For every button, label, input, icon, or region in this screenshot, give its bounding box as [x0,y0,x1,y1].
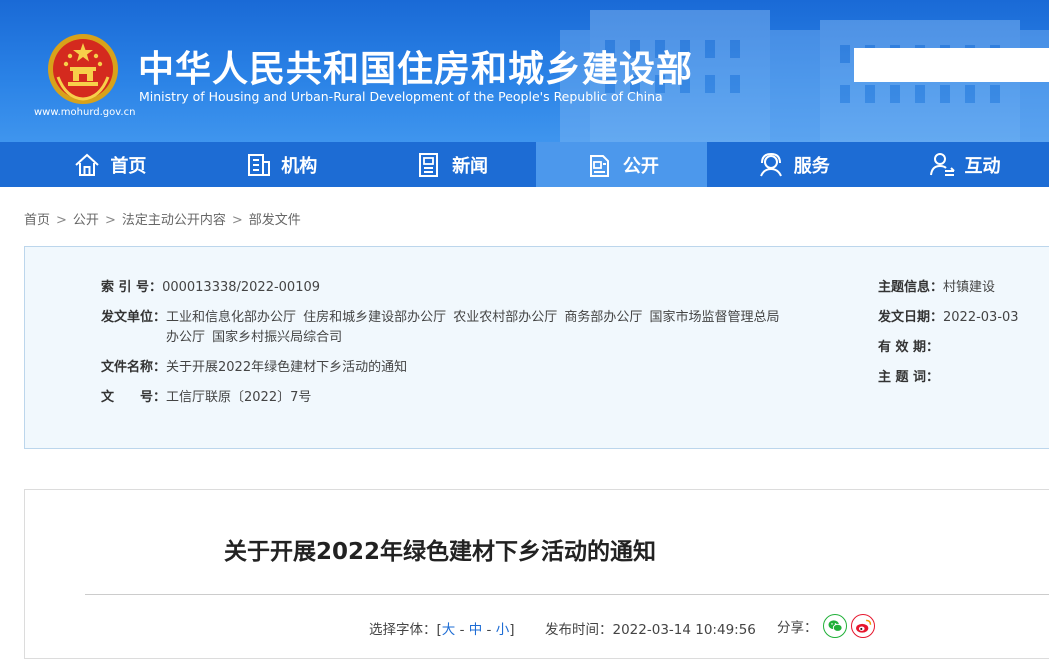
header-banner: www.mohurd.gov.cn 中华人民共和国住房和城乡建设部 Minist… [0,0,1049,142]
service-icon [756,150,786,180]
nav-item-label: 机构 [281,155,318,177]
topic-row: 主题信息：村镇建设 [878,278,995,298]
breadcrumb-home[interactable]: 首页 [24,213,50,228]
font-size-selector: 选择字体：[大 - 中 - 小] [369,618,515,638]
font-size-small-link[interactable]: 小 [496,622,510,638]
keywords-label: 主 题 词： [878,370,940,385]
keywords-row: 主 题 词： [878,368,939,388]
issue-date-label: 发文日期： [878,310,944,325]
title-divider [85,594,1049,595]
topic-value: 村镇建设 [943,280,996,295]
article-title-text: 关于开展2022年绿色建材下乡活动的通知 [223,539,656,565]
breadcrumb: 首页 > 公开 > 法定主动公开内容 > 部发文件 [24,209,301,228]
site-title-cn: 中华人民共和国住房和城乡建设部 [138,49,694,90]
article-title: 关于开展2022年绿色建材下乡活动的通知 [25,532,1049,566]
nav-item-label: 新闻 [452,155,489,177]
issue-date-row: 发文日期：2022-03-03 [878,308,1019,328]
nav-item-label: 公开 [622,155,659,177]
interaction-icon [927,150,957,180]
nav-item-institutions[interactable]: 机构 [195,142,366,187]
issue-date-value: 2022-03-03 [943,310,1019,325]
topic-label: 主题信息： [878,280,944,295]
nav-item-interaction[interactable]: 互动 [878,142,1049,187]
document-number-row: 文 号：工信厅联原〔2022〕7号 [101,388,311,408]
document-number-value: 工信厅联原〔2022〕7号 [166,390,312,405]
nav-item-label: 互动 [964,155,1001,177]
home-icon [72,150,102,180]
nav-item-news[interactable]: 新闻 [366,142,537,187]
search-input[interactable] [854,48,1049,82]
validity-label: 有 效 期： [878,340,940,355]
nav-item-service[interactable]: 服务 [707,142,878,187]
nav-item-label: 首页 [110,155,147,177]
font-size-dash: - [455,622,469,638]
font-size-medium-link[interactable]: 中 [469,622,483,638]
filename-value: 关于开展2022年绿色建材下乡活动的通知 [166,360,408,375]
nav-item-home[interactable]: 首页 [24,142,195,187]
national-emblem-logo[interactable] [46,32,120,106]
breadcrumb-statutory-content[interactable]: 法定主动公开内容 [122,213,226,228]
publish-time: 发布时间：2022-03-14 10:49:56 [545,618,756,638]
nav-item-public[interactable]: 公开 [536,142,708,187]
breadcrumb-public[interactable]: 公开 [73,213,99,228]
index-number-row: 索 引 号：000013338/2022-00109 [101,278,320,298]
issuer-value: 工业和信息化部办公厅 住房和城乡建设部办公厅 农业农村部办公厅 商务部办公厅 国… [166,310,780,345]
index-number-value: 000013338/2022-00109 [162,280,321,295]
share-label: 分享： [777,620,818,636]
publish-time-value: 2022-03-14 10:49:56 [612,622,756,638]
nav-item-label: 服务 [793,155,830,177]
document-icon [585,150,615,180]
validity-row: 有 效 期： [878,338,939,358]
site-url: www.mohurd.gov.cn [34,107,136,118]
site-title-en: Ministry of Housing and Urban-Rural Deve… [139,89,663,104]
article-panel: 关于开展2022年绿色建材下乡活动的通知 选择字体：[大 - 中 - 小] 发布… [24,489,1049,659]
building-icon [243,150,273,180]
filename-label: 文件名称： [101,360,167,375]
issuer-row: 发文单位： 工业和信息化部办公厅 住房和城乡建设部办公厅 农业农村部办公厅 商务部… [101,308,791,348]
news-icon [414,150,444,180]
font-size-dash: - [482,622,496,638]
weibo-share-icon[interactable] [851,614,875,638]
breadcrumb-separator: > [231,213,243,228]
breadcrumb-separator: > [56,213,67,228]
filename-row: 文件名称：关于开展2022年绿色建材下乡活动的通知 [101,358,407,378]
font-size-close: ] [509,622,515,638]
publish-time-label: 发布时间： [545,622,613,638]
document-number-label: 文 号： [101,390,167,405]
breadcrumb-separator: > [104,213,116,228]
breadcrumb-ministry-documents[interactable]: 部发文件 [249,213,301,228]
wechat-share-icon[interactable] [823,614,847,638]
main-nav: 首页 机构 新闻 公开 服务 互动 [0,142,1049,187]
document-info-box: 索 引 号：000013338/2022-00109 发文单位： 工业和信息化部办… [24,246,1049,449]
issuer-label: 发文单位： [101,310,167,325]
font-size-label: 选择字体：[ [369,622,442,638]
font-size-large-link[interactable]: 大 [442,622,456,638]
index-number-label: 索 引 号： [101,280,163,295]
